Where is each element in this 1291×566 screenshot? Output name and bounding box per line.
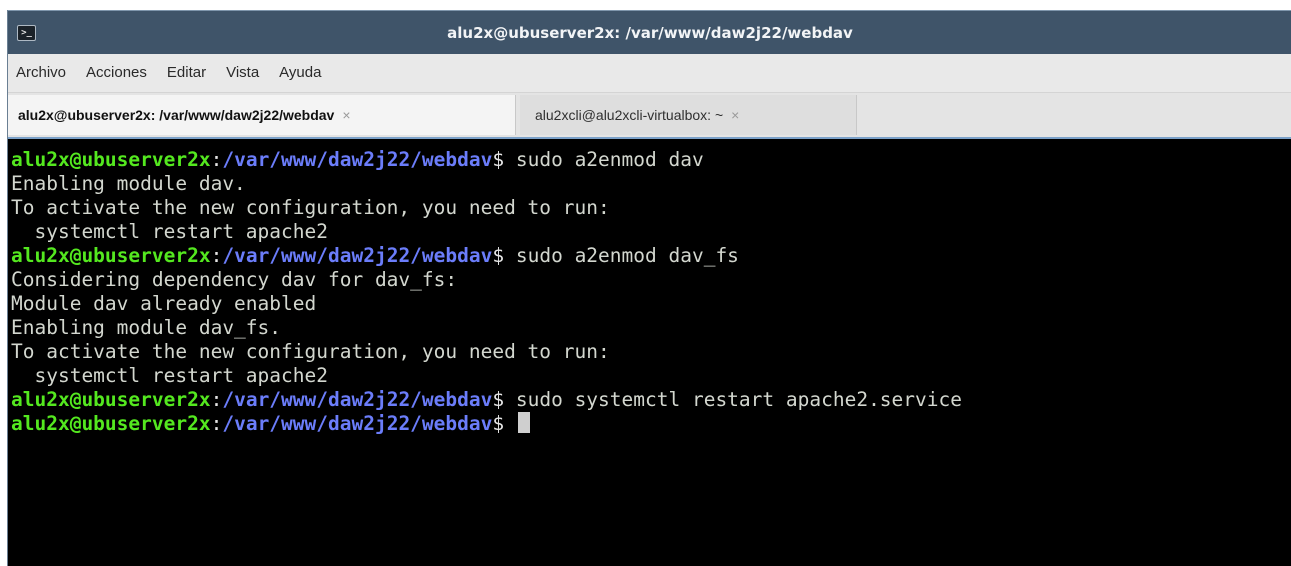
output-line: To activate the new configuration, you n… — [11, 340, 610, 363]
command-text — [504, 412, 516, 435]
terminal-window: >_ alu2x@ubuserver2x: /var/www/daw2j22/w… — [7, 10, 1291, 566]
command-text: sudo systemctl restart apache2.service — [504, 388, 962, 411]
menu-vista[interactable]: Vista — [216, 54, 269, 92]
output-line: To activate the new configuration, you n… — [11, 196, 610, 219]
prompt-dollar: $ — [492, 244, 505, 267]
text-cursor — [517, 412, 530, 433]
menu-archivo[interactable]: Archivo — [8, 54, 76, 92]
title-bar[interactable]: >_ alu2x@ubuserver2x: /var/www/daw2j22/w… — [8, 10, 1291, 55]
output-line: Enabling module dav_fs. — [11, 316, 282, 339]
prompt-line: alu2x@ubuserver2x:/var/www/daw2j22/webda… — [11, 244, 1291, 268]
prompt-path: /var/www/daw2j22/webdav — [222, 148, 493, 171]
prompt-line: alu2x@ubuserver2x:/var/www/daw2j22/webda… — [11, 148, 1291, 172]
prompt-path: /var/www/daw2j22/webdav — [222, 244, 493, 267]
prompt-colon: : — [210, 412, 223, 435]
prompt-colon: : — [210, 148, 223, 171]
prompt-user-host: alu2x@ubuserver2x — [11, 412, 211, 435]
menu-bar: Archivo Acciones Editar Vista Ayuda — [8, 54, 1291, 93]
prompt-colon: : — [210, 244, 223, 267]
close-icon[interactable]: × — [342, 107, 350, 123]
command-text: sudo a2enmod dav — [504, 148, 704, 171]
terminal-output[interactable]: alu2x@ubuserver2x:/var/www/daw2j22/webda… — [8, 139, 1291, 566]
close-icon[interactable]: × — [731, 107, 739, 123]
output-line: Considering dependency dav for dav_fs: — [11, 268, 458, 291]
output-line: Enabling module dav. — [11, 172, 246, 195]
menu-ayuda[interactable]: Ayuda — [269, 54, 331, 92]
menu-acciones[interactable]: Acciones — [76, 54, 157, 92]
prompt-user-host: alu2x@ubuserver2x — [11, 148, 211, 171]
tab-bar: alu2x@ubuserver2x: /var/www/daw2j22/webd… — [8, 93, 1291, 139]
prompt-line: alu2x@ubuserver2x:/var/www/daw2j22/webda… — [11, 388, 1291, 412]
menu-editar[interactable]: Editar — [157, 54, 216, 92]
prompt-user-host: alu2x@ubuserver2x — [11, 388, 211, 411]
prompt-line: alu2x@ubuserver2x:/var/www/daw2j22/webda… — [11, 412, 1291, 436]
prompt-path: /var/www/daw2j22/webdav — [222, 388, 493, 411]
prompt-dollar: $ — [492, 412, 505, 435]
tab-ubuserver[interactable]: alu2x@ubuserver2x: /var/www/daw2j22/webd… — [8, 95, 516, 135]
tab-label: alu2x@ubuserver2x: /var/www/daw2j22/webd… — [18, 107, 335, 123]
prompt-dollar: $ — [492, 148, 505, 171]
command-text: sudo a2enmod dav_fs — [504, 244, 739, 267]
tab-alu2xcli[interactable]: alu2xcli@alu2xcli-virtualbox: ~ × — [520, 95, 857, 135]
output-line: Module dav already enabled — [11, 292, 317, 315]
prompt-dollar: $ — [492, 388, 505, 411]
prompt-colon: : — [210, 388, 223, 411]
window-title: alu2x@ubuserver2x: /var/www/daw2j22/webd… — [447, 24, 853, 42]
prompt-path: /var/www/daw2j22/webdav — [222, 412, 493, 435]
output-line: systemctl restart apache2 — [11, 364, 328, 387]
output-line: systemctl restart apache2 — [11, 220, 328, 243]
prompt-user-host: alu2x@ubuserver2x — [11, 244, 211, 267]
tab-label: alu2xcli@alu2xcli-virtualbox: ~ — [535, 107, 724, 123]
